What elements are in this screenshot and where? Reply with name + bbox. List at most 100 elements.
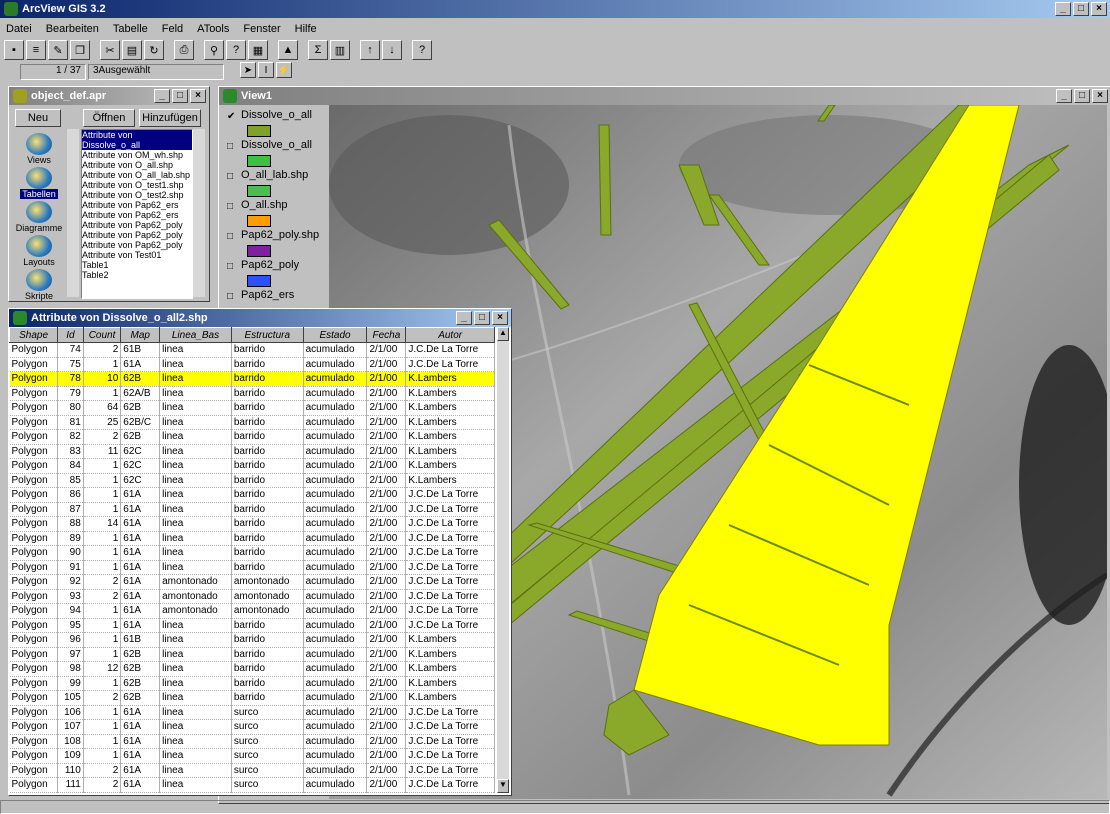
table-row[interactable]: Polygon 80 64 62B linea barrido acumulado 2/1/0… bbox=[9, 400, 495, 416]
table-cell[interactable]: 61A bbox=[120, 487, 161, 503]
table-cell[interactable]: 1 bbox=[83, 632, 122, 648]
table-cell[interactable]: barrido bbox=[231, 342, 304, 358]
table-cell[interactable]: barrido bbox=[231, 400, 304, 416]
table-cell[interactable]: 2/1/00 bbox=[366, 719, 407, 735]
table-cell[interactable]: 10 bbox=[83, 371, 122, 387]
table-row[interactable]: Polygon 86 1 61A linea barrido acumulado 2/1/00… bbox=[9, 487, 495, 503]
table-cell[interactable]: J.C.De La Torre bbox=[405, 589, 495, 604]
table-cell[interactable]: 1 bbox=[83, 386, 122, 401]
table-cell[interactable]: amontonado bbox=[231, 574, 304, 590]
table-cell[interactable]: J.C.De La Torre bbox=[405, 719, 495, 735]
table-cell[interactable]: 61A bbox=[120, 357, 161, 372]
table-cell[interactable]: 2 bbox=[83, 690, 122, 706]
table-row[interactable]: Polygon 78 10 62B linea barrido acumulado 2/1/0… bbox=[9, 371, 495, 387]
select-all-icon[interactable]: ▦ bbox=[248, 40, 268, 60]
table-cell[interactable]: 61A bbox=[120, 734, 161, 749]
table-row[interactable]: Polygon 82 2 62B linea barrido acumulado 2/1/00… bbox=[9, 429, 495, 445]
table-cell[interactable]: 14 bbox=[83, 516, 122, 532]
table-cell[interactable]: 1 bbox=[83, 531, 122, 546]
table-cell[interactable]: 62B bbox=[120, 690, 161, 706]
table-cell[interactable]: 112 bbox=[57, 792, 84, 793]
table-cell[interactable]: 92 bbox=[57, 574, 84, 590]
table-cell[interactable]: acumulado bbox=[303, 444, 368, 459]
table-list-item[interactable]: Table1 bbox=[82, 260, 192, 270]
menu-fenster[interactable]: Fenster bbox=[243, 20, 280, 38]
table-cell[interactable]: Polygon bbox=[9, 676, 59, 691]
table-cell[interactable]: barrido bbox=[231, 415, 304, 430]
table-cell[interactable]: linea bbox=[159, 748, 232, 764]
category-tables[interactable]: Tabellen bbox=[13, 167, 65, 199]
table-row[interactable]: Polygon 93 2 61A amontonado amontonado acumula… bbox=[9, 589, 495, 604]
table-cell[interactable]: acumulado bbox=[303, 516, 368, 532]
table-cell[interactable]: Polygon bbox=[9, 531, 59, 546]
table-cell[interactable]: linea bbox=[159, 342, 232, 358]
table-cell[interactable]: acumulado bbox=[303, 719, 368, 735]
table-cell[interactable]: linea bbox=[159, 545, 232, 561]
column-header[interactable]: Map bbox=[120, 327, 161, 343]
hotlink-tool-icon[interactable]: ⚡ bbox=[276, 62, 292, 78]
sort-descending-icon[interactable]: ↓ bbox=[382, 40, 402, 60]
table-cell[interactable]: K.Lambers bbox=[405, 415, 495, 430]
table-cell[interactable]: barrido bbox=[231, 473, 304, 488]
table-row[interactable]: Polygon 95 1 61A linea barrido acumulado 2/1/00… bbox=[9, 618, 495, 633]
table-cell[interactable]: 96 bbox=[57, 632, 84, 648]
table-cell[interactable]: 97 bbox=[57, 647, 84, 662]
table-cell[interactable]: Polygon bbox=[9, 777, 59, 793]
table-cell[interactable]: 80 bbox=[57, 400, 84, 416]
table-cell[interactable]: 2/1/00 bbox=[366, 603, 407, 619]
table-cell[interactable]: Polygon bbox=[9, 415, 59, 430]
sum-icon[interactable]: Σ bbox=[308, 40, 328, 60]
table-maximize-button[interactable]: □ bbox=[474, 311, 490, 325]
table-cell[interactable]: acumulado bbox=[303, 777, 368, 793]
table-cell[interactable]: linea bbox=[159, 371, 232, 387]
table-cell[interactable]: 1 bbox=[83, 792, 122, 793]
new-button[interactable]: Neu bbox=[15, 109, 61, 127]
table-cell[interactable]: linea bbox=[159, 487, 232, 503]
table-cell[interactable]: Polygon bbox=[9, 386, 59, 401]
add-button[interactable]: Hinzufügen bbox=[139, 109, 201, 127]
open-button[interactable]: Öffnen bbox=[83, 109, 135, 127]
table-cell[interactable]: barrido bbox=[231, 690, 304, 706]
menu-feld[interactable]: Feld bbox=[162, 20, 183, 38]
table-cell[interactable]: linea bbox=[159, 719, 232, 735]
table-cell[interactable]: K.Lambers bbox=[405, 690, 495, 706]
table-cell[interactable]: J.C.De La Torre bbox=[405, 574, 495, 590]
table-cell[interactable]: linea bbox=[159, 777, 232, 793]
table-cell[interactable]: 75 bbox=[57, 357, 84, 372]
table-cell[interactable]: linea bbox=[159, 531, 232, 546]
column-header[interactable]: Linea_Bas bbox=[159, 327, 232, 343]
menu-hilfe[interactable]: Hilfe bbox=[295, 20, 317, 38]
table-cell[interactable]: amontonado bbox=[231, 589, 304, 604]
table-row[interactable]: Polygon 109 1 61A linea surco acumulado 2/1/00 J… bbox=[9, 748, 495, 764]
table-cell[interactable]: linea bbox=[159, 444, 232, 459]
table-cell[interactable]: 2 bbox=[83, 777, 122, 793]
table-cell[interactable]: 74 bbox=[57, 342, 84, 358]
view-close-button[interactable]: × bbox=[1092, 89, 1108, 103]
table-cell[interactable]: barrido bbox=[231, 632, 304, 648]
menu-atools[interactable]: ATools bbox=[197, 20, 229, 38]
table-cell[interactable]: amontonado bbox=[231, 603, 304, 619]
table-cell[interactable]: J.C.De La Torre bbox=[405, 705, 495, 720]
table-cell[interactable]: acumulado bbox=[303, 458, 368, 474]
table-cell[interactable]: 81 bbox=[57, 415, 84, 430]
table-row[interactable]: Polygon 111 2 61A linea surco acumulado 2/1/00 J… bbox=[9, 777, 495, 793]
table-cell[interactable]: 62C bbox=[120, 444, 161, 459]
close-button[interactable]: × bbox=[1091, 2, 1107, 16]
column-header[interactable]: Estructura bbox=[230, 327, 304, 343]
table-cell[interactable]: Polygon bbox=[9, 705, 59, 720]
table-cell[interactable]: 2/1/00 bbox=[366, 444, 407, 459]
find-icon[interactable]: ⚲ bbox=[204, 40, 224, 60]
category-views[interactable]: Views bbox=[13, 133, 65, 165]
table-list-item[interactable]: Attribute von Pap62_poly bbox=[82, 240, 192, 250]
table-row[interactable]: Polygon 98 12 62B linea barrido acumulado 2/1/0… bbox=[9, 661, 495, 677]
table-list-item[interactable]: Attribute von Pap62_ers bbox=[82, 210, 192, 220]
layer-checkbox[interactable]: □ bbox=[227, 231, 237, 242]
table-cell[interactable]: barrido bbox=[231, 502, 304, 517]
table-cell[interactable]: 61A bbox=[120, 516, 161, 532]
table-cell[interactable]: Polygon bbox=[9, 763, 59, 778]
table-cell[interactable]: surco bbox=[231, 705, 304, 720]
table-cell[interactable]: 61A bbox=[120, 574, 161, 590]
table-row[interactable]: Polygon112161Alineasurcoacumulado2/1/00J… bbox=[9, 792, 495, 793]
table-cell[interactable]: 1 bbox=[83, 748, 122, 764]
table-cell[interactable]: 62B bbox=[120, 676, 161, 691]
